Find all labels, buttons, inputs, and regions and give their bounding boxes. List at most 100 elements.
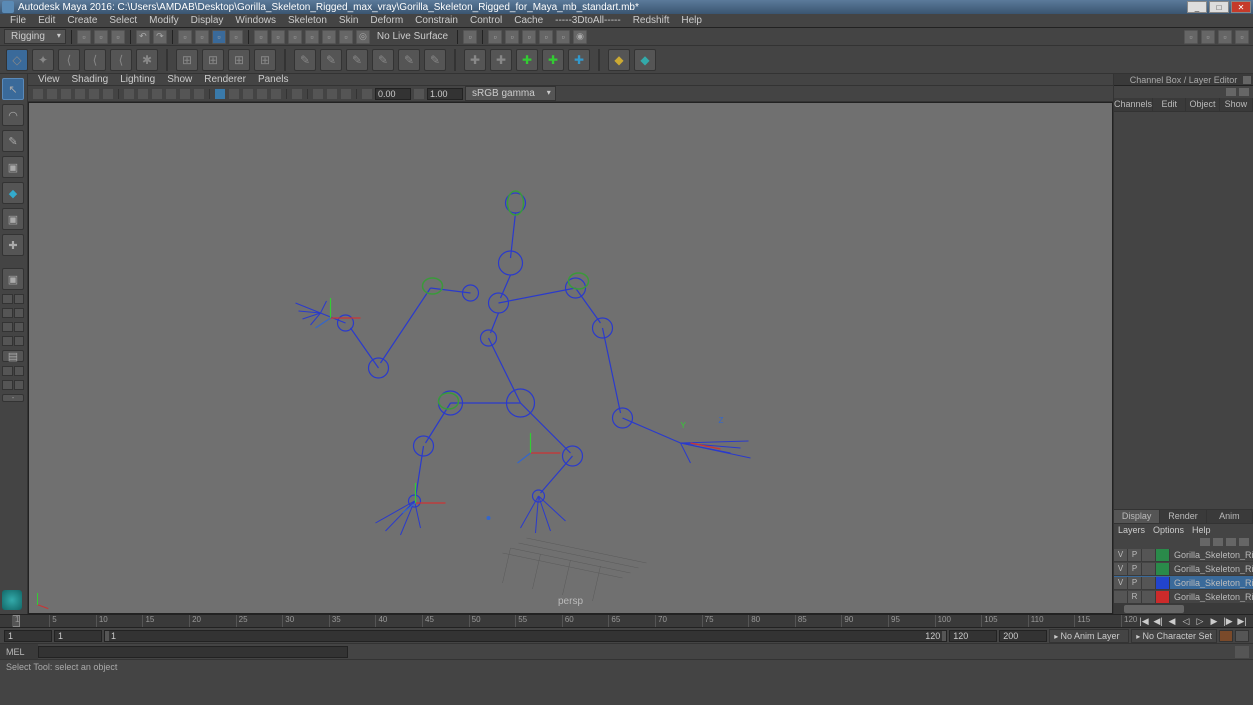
vp-2d-pan-icon[interactable]	[88, 88, 100, 100]
layer-tab-render[interactable]: Render	[1160, 510, 1206, 523]
channel-tab-edit[interactable]: Edit	[1153, 98, 1186, 111]
snap-plane-icon[interactable]: ▫	[305, 30, 319, 44]
vp-res-gate-icon[interactable]	[151, 88, 163, 100]
snap-point-icon[interactable]: ▫	[288, 30, 302, 44]
mirror-weights-icon[interactable]: ✎	[320, 49, 342, 71]
layout-2v-icon[interactable]	[2, 308, 24, 318]
layout-hyper-icon[interactable]	[2, 380, 24, 390]
layer-color-swatch[interactable]	[1156, 577, 1170, 589]
lasso-tool-icon[interactable]: ◠	[2, 104, 24, 126]
vp-textured-icon[interactable]	[242, 88, 254, 100]
constraint-orient-icon[interactable]: ✚	[516, 49, 538, 71]
render-view-icon[interactable]: ▫	[556, 30, 570, 44]
layer-down-icon[interactable]	[1213, 538, 1223, 546]
autokey-icon[interactable]	[1219, 630, 1233, 642]
anim-end-field[interactable]	[999, 630, 1047, 642]
render-frame-icon[interactable]: ▫	[488, 30, 502, 44]
redo-icon[interactable]: ↷	[153, 30, 167, 44]
go-start-icon[interactable]: |◀	[1138, 616, 1150, 626]
step-back-key-icon[interactable]: ◀|	[1152, 616, 1164, 626]
step-back-icon[interactable]: ◀	[1166, 616, 1178, 626]
menu-edit[interactable]: Edit	[32, 15, 61, 26]
sync-icon-1[interactable]	[1226, 88, 1236, 96]
panel-menu-panels[interactable]: Panels	[252, 74, 295, 85]
render-settings-icon[interactable]: ▫	[539, 30, 553, 44]
custom-tool-1-icon[interactable]: ◆	[608, 49, 630, 71]
paint-weights-icon[interactable]: ✎	[294, 49, 316, 71]
layer-menu-help[interactable]: Help	[1192, 525, 1211, 535]
vp-film-gate-icon[interactable]	[137, 88, 149, 100]
layer-playback-toggle[interactable]: P	[1128, 563, 1142, 575]
panel-menu-renderer[interactable]: Renderer	[198, 74, 252, 85]
ik-spline-icon[interactable]: ⟨	[84, 49, 106, 71]
open-scene-icon[interactable]: ▫	[94, 30, 108, 44]
menu-redshift[interactable]: Redshift	[627, 15, 676, 26]
ipr-render-icon[interactable]: ▫	[522, 30, 536, 44]
save-scene-icon[interactable]: ▫	[111, 30, 125, 44]
range-start-field[interactable]	[54, 630, 102, 642]
vp-grease-icon[interactable]	[102, 88, 114, 100]
history-icon[interactable]: ▫	[463, 30, 477, 44]
prefs-icon[interactable]	[1235, 630, 1249, 642]
menu-modify[interactable]: Modify	[143, 15, 184, 26]
channel-tab-show[interactable]: Show	[1220, 98, 1253, 111]
maximize-button[interactable]: □	[1209, 1, 1229, 13]
layer-new-empty-icon[interactable]	[1226, 538, 1236, 546]
layer-vis-toggle[interactable]	[1114, 591, 1128, 603]
menu-create[interactable]: Create	[61, 15, 103, 26]
layer-color-swatch[interactable]	[1156, 563, 1170, 575]
vp-grid-icon[interactable]	[123, 88, 135, 100]
select-mode-icon[interactable]: ▫	[229, 30, 243, 44]
vp-exposure-icon[interactable]	[361, 88, 373, 100]
layer-playback-toggle[interactable]: P	[1128, 577, 1142, 589]
channel-tab-channels[interactable]: Channels	[1114, 98, 1153, 111]
snap-live-icon[interactable]: ▫	[322, 30, 336, 44]
panel-menu-show[interactable]: Show	[161, 74, 198, 85]
constraint-parent-icon[interactable]: ✚	[464, 49, 486, 71]
layer-type-cell[interactable]	[1142, 549, 1156, 561]
select-comp-icon[interactable]: ▫	[212, 30, 226, 44]
panel-layout-1-icon[interactable]: ▫	[1184, 30, 1198, 44]
move-tool-icon[interactable]: ▣	[2, 156, 24, 178]
constraint-point-icon[interactable]: ✚	[490, 49, 512, 71]
layout-persp-icon[interactable]: -	[2, 394, 24, 402]
vp-select-cam-icon[interactable]	[32, 88, 44, 100]
menu-skin[interactable]: Skin	[333, 15, 364, 26]
wrap-icon[interactable]: ⊞	[254, 49, 276, 71]
layer-vis-toggle[interactable]: V	[1114, 549, 1128, 561]
layer-playback-toggle[interactable]: R	[1128, 591, 1142, 603]
menu-file[interactable]: File	[4, 15, 32, 26]
snap-curve-icon[interactable]: ▫	[271, 30, 285, 44]
layout-2h-icon[interactable]	[2, 294, 24, 304]
range-slider[interactable]: 1 120	[104, 630, 947, 642]
anim-layer-dropdown[interactable]: ▸ No Anim Layer	[1049, 629, 1129, 643]
lattice-icon[interactable]: ⊞	[176, 49, 198, 71]
outliner-icon[interactable]: ▤	[2, 350, 24, 362]
panel-menu-shading[interactable]: Shading	[66, 74, 115, 85]
layer-scrollbar[interactable]	[1114, 604, 1253, 614]
vp-smooth-shade-icon[interactable]	[228, 88, 240, 100]
blend-shape-icon[interactable]: ⊞	[228, 49, 250, 71]
layer-row[interactable]: VPGorilla_Skeleton_Rigg	[1114, 562, 1253, 576]
vp-image-plane-icon[interactable]	[74, 88, 86, 100]
close-button[interactable]: ✕	[1231, 1, 1251, 13]
panel-layout-3-icon[interactable]: ▫	[1218, 30, 1232, 44]
menu-help[interactable]: Help	[675, 15, 708, 26]
hypershade-icon[interactable]: ◉	[573, 30, 587, 44]
snap-grid-icon[interactable]: ▫	[254, 30, 268, 44]
vp-far-field[interactable]	[427, 88, 463, 100]
rotate-tool-icon[interactable]: ◆	[2, 182, 24, 204]
step-fwd-key-icon[interactable]: |▶	[1222, 616, 1234, 626]
cmd-input[interactable]	[38, 646, 348, 658]
snap-view-icon[interactable]: ▫	[339, 30, 353, 44]
layer-row[interactable]: RGorilla_Skeleton_Rigg	[1114, 590, 1253, 604]
script-editor-icon[interactable]	[1235, 646, 1249, 658]
go-end-icon[interactable]: ▶|	[1236, 616, 1248, 626]
layer-type-cell[interactable]	[1142, 577, 1156, 589]
vp-field-chart-icon[interactable]	[179, 88, 191, 100]
step-fwd-icon[interactable]: ▶	[1208, 616, 1220, 626]
prune-weights-icon[interactable]: ✎	[424, 49, 446, 71]
layer-color-swatch[interactable]	[1156, 591, 1170, 603]
layer-vis-toggle[interactable]: V	[1114, 577, 1128, 589]
bind-skin-icon[interactable]: ⟨	[110, 49, 132, 71]
